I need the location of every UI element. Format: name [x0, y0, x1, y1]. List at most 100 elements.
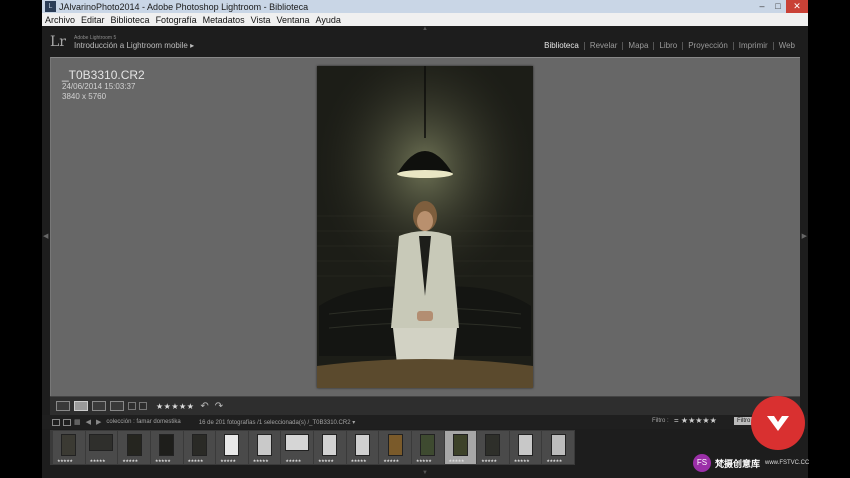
thumb-image: [387, 434, 403, 456]
thumb-image: [257, 434, 273, 456]
main-window-icon[interactable]: [52, 418, 60, 426]
loupe-view-button[interactable]: [74, 401, 88, 411]
collection-source[interactable]: colección : famar domestika: [106, 419, 180, 425]
minimize-button[interactable]: –: [754, 0, 770, 13]
thumb-image: [485, 434, 501, 456]
thumb-rating: ★★★★★: [513, 458, 530, 463]
filmstrip-thumb[interactable]: ★★★★★: [118, 431, 150, 464]
filmstrip-thumb[interactable]: ★★★★★: [444, 431, 477, 464]
selection-count[interactable]: 16 de 201 fotografías /1 seleccionada(s)…: [199, 419, 355, 426]
library-toolbar: ★★★★★ ↶ ↷: [50, 396, 800, 415]
filmstrip-thumb[interactable]: ★★★★★: [542, 431, 574, 464]
photo-info-overlay: _T0B3310.CR2 24/06/2014 15:03:37 3840 x …: [62, 68, 145, 102]
rotate-right-icon[interactable]: ↷: [215, 401, 223, 412]
menu-metadatos[interactable]: Metadatos: [200, 15, 248, 25]
grid-icon[interactable]: ▦: [74, 418, 81, 426]
filmstrip-thumb[interactable]: ★★★★★: [411, 431, 444, 464]
thumb-rating: ★★★★★: [57, 458, 73, 463]
thumb-image: [322, 434, 338, 456]
survey-view-button[interactable]: [110, 401, 124, 411]
menu-biblioteca[interactable]: Biblioteca: [108, 15, 153, 25]
filmstrip-thumb[interactable]: ★★★★★: [53, 431, 85, 464]
filmstrip: ★★★★★ ★★★★★ ★★★★★ ★★★★★ ★★★★★ ★★★★★ ★★★★★ ★★★★★…: [50, 430, 575, 465]
filmstrip-thumb[interactable]: ★★★★★: [346, 431, 379, 464]
module-proyeccion[interactable]: Proyección: [683, 41, 733, 50]
filmstrip-thumb[interactable]: ★★★★★: [183, 431, 216, 464]
thumb-image: [126, 434, 142, 456]
toolbar-rating[interactable]: ★★★★★: [156, 402, 194, 411]
filmstrip-thumb[interactable]: ★★★★★: [314, 431, 346, 464]
thumb-rating: ★★★★★: [448, 458, 465, 463]
forward-arrow-icon[interactable]: ▶: [96, 418, 101, 426]
thumb-image: [518, 434, 534, 456]
thumb-image: [354, 434, 370, 456]
menu-fotografia[interactable]: Fotografía: [153, 15, 200, 25]
secondary-window-icon[interactable]: [63, 418, 71, 426]
grid-view-button[interactable]: [56, 401, 70, 411]
thumb-rating: ★★★★★: [187, 458, 204, 463]
module-mapa[interactable]: Mapa: [623, 41, 653, 50]
collapse-bottom-panel-icon[interactable]: ▼: [422, 470, 428, 476]
lightroom-app: ▲ Lr Adobe Lightroom 5 Introducción a Li…: [42, 26, 808, 478]
filmstrip-thumb[interactable]: ★★★★★: [85, 431, 118, 464]
menu-archivo[interactable]: Archivo: [42, 15, 78, 25]
filmstrip-thumb[interactable]: ★★★★★: [150, 431, 183, 464]
thumb-rating: ★★★★★: [122, 458, 138, 463]
thumb-rating: ★★★★★: [350, 458, 367, 463]
menu-bar: Archivo Editar Biblioteca Fotografía Met…: [42, 13, 808, 26]
thumb-image: [452, 434, 468, 456]
menu-editar[interactable]: Editar: [78, 15, 108, 25]
collapse-left-panel-icon[interactable]: ◀: [43, 232, 48, 240]
thumb-rating: ★★★★★: [252, 458, 269, 463]
module-web[interactable]: Web: [774, 41, 800, 50]
thumb-image: [285, 434, 310, 451]
filmstrip-thumb[interactable]: ★★★★★: [248, 431, 281, 464]
filmstrip-thumb[interactable]: ★★★★★: [379, 431, 411, 464]
menu-vista[interactable]: Vista: [248, 15, 274, 25]
module-picker: Biblioteca Revelar Mapa Libro Proyección…: [539, 41, 800, 50]
filmstrip-thumb[interactable]: ★★★★★: [509, 431, 542, 464]
watermark-url: www.FSTVC.CC: [765, 460, 810, 466]
thumb-rating: ★★★★★: [285, 458, 301, 463]
module-libro[interactable]: Libro: [654, 41, 682, 50]
window-titlebar: L JAlvarinoPhoto2014 - Adobe Photoshop L…: [42, 0, 808, 13]
main-photo[interactable]: [317, 66, 533, 388]
module-biblioteca[interactable]: Biblioteca: [539, 41, 584, 50]
rotate-left-icon[interactable]: ↶: [200, 401, 208, 412]
filter-rating[interactable]: = ★★★★★: [674, 416, 717, 425]
close-button[interactable]: ✕: [786, 0, 808, 13]
window-controls: – □ ✕: [754, 0, 808, 13]
filmstrip-thumb[interactable]: ★★★★★: [281, 431, 313, 464]
filmstrip-thumb[interactable]: ★★★★★: [477, 431, 509, 464]
flag-reject-icon[interactable]: [139, 402, 147, 410]
photo-date: 24/06/2014 15:03:37: [62, 82, 136, 91]
watermark: FS 梵摄创意库 www.FSTVC.CC: [693, 454, 809, 472]
identity-plate: Lr Adobe Lightroom 5 Introducción a Ligh…: [50, 34, 194, 50]
menu-ventana[interactable]: Ventana: [273, 15, 312, 25]
thumb-image: [159, 434, 175, 456]
photo-filename: _T0B3310.CR2: [62, 68, 145, 82]
brand-badge: [751, 396, 805, 450]
catalog-name[interactable]: Introducción a Lightroom mobile ▸: [74, 41, 194, 50]
loupe-view[interactable]: _T0B3310.CR2 24/06/2014 15:03:37 3840 x …: [50, 57, 800, 396]
thumb-image: [550, 434, 566, 456]
collapse-top-panel-icon[interactable]: ▲: [422, 26, 428, 32]
flag-pick-icon[interactable]: [128, 402, 136, 410]
lightroom-app-icon: L: [45, 1, 56, 12]
watermark-logo: FS: [693, 454, 711, 472]
module-revelar[interactable]: Revelar: [585, 41, 623, 50]
back-arrow-icon[interactable]: ◀: [86, 418, 91, 426]
filmstrip-thumb[interactable]: ★★★★★: [216, 431, 248, 464]
collapse-right-panel-icon[interactable]: ▶: [802, 232, 807, 240]
thumb-rating: ★★★★★: [318, 458, 334, 463]
module-imprimir[interactable]: Imprimir: [734, 41, 773, 50]
thumb-rating: ★★★★★: [154, 458, 171, 463]
maximize-button[interactable]: □: [770, 0, 786, 13]
menu-ayuda[interactable]: Ayuda: [313, 15, 344, 25]
thumb-image: [224, 434, 240, 456]
thumb-image: [61, 434, 77, 456]
compare-view-button[interactable]: [92, 401, 106, 411]
thumb-rating: ★★★★★: [383, 458, 399, 463]
thumb-image: [89, 434, 114, 451]
filter-label: Filtro :: [652, 418, 669, 424]
